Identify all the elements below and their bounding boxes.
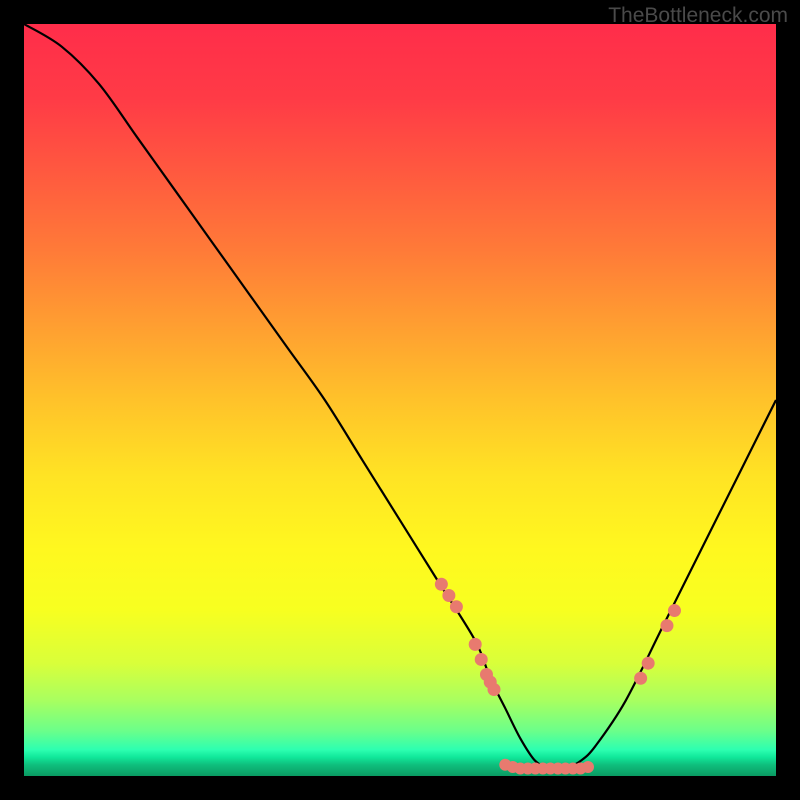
bottleneck-curve bbox=[24, 24, 776, 769]
data-markers bbox=[435, 578, 681, 775]
data-marker bbox=[442, 589, 455, 602]
data-marker bbox=[488, 683, 501, 696]
watermark-text: TheBottleneck.com bbox=[608, 4, 788, 28]
data-marker bbox=[475, 653, 488, 666]
data-marker bbox=[660, 619, 673, 632]
data-marker bbox=[582, 761, 594, 773]
data-marker bbox=[634, 672, 647, 685]
data-marker bbox=[668, 604, 681, 617]
data-marker bbox=[642, 657, 655, 670]
data-marker bbox=[435, 578, 448, 591]
data-marker bbox=[450, 600, 463, 613]
chart-plot-area bbox=[24, 24, 776, 776]
data-marker bbox=[469, 638, 482, 651]
chart-curve-layer bbox=[24, 24, 776, 776]
